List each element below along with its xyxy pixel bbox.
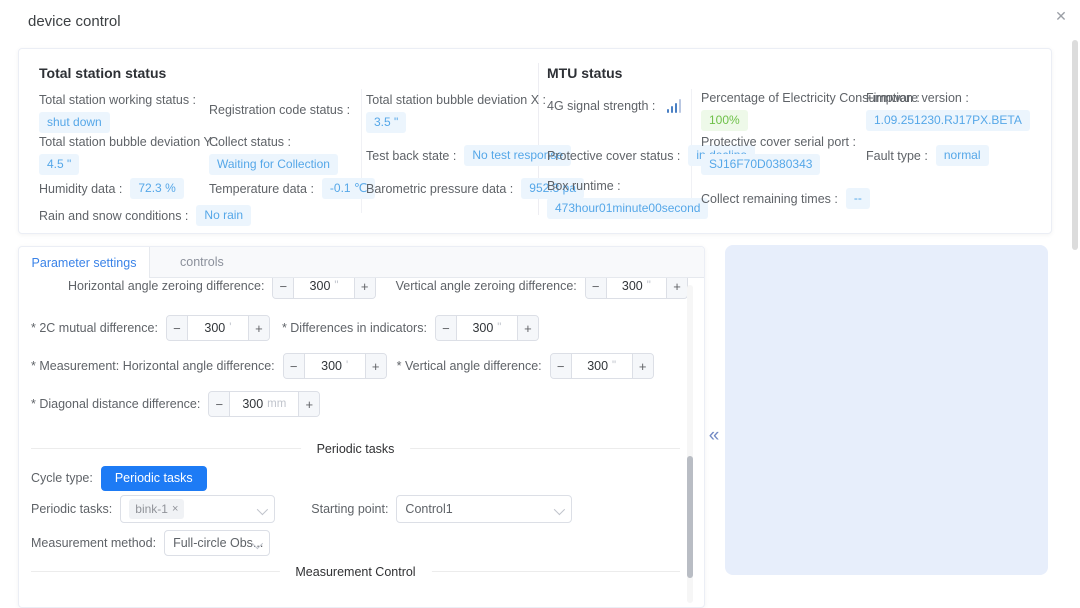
status-badge: No rain xyxy=(196,205,251,226)
parameter-card: Parameter settings controls Horizontal a… xyxy=(18,246,705,608)
cycle-type-button[interactable]: Periodic tasks xyxy=(101,466,207,491)
increment-icon[interactable]: + xyxy=(366,354,386,378)
field-rain-snow: Rain and snow conditions : No rain xyxy=(39,205,251,226)
field-box-runtime: Box runtime : 473hour01minute00second xyxy=(547,179,708,219)
2c-mutual-stepper: − 300' + xyxy=(166,315,270,341)
field-cover-serial: Protective cover serial port : SJ16F70D0… xyxy=(701,135,856,175)
increment-icon[interactable]: + xyxy=(667,278,687,298)
indicator-diff-stepper: − 300" + xyxy=(435,315,539,341)
status-badge: SJ16F70D0380343 xyxy=(701,154,820,175)
chevron-down-icon xyxy=(554,504,565,515)
field-temperature: Temperature data : -0.1 ℃ xyxy=(209,178,375,199)
stepper-input[interactable]: 300" xyxy=(571,354,633,378)
parameter-form: Horizontal angle zeroing difference: − 3… xyxy=(19,278,688,607)
decrement-icon[interactable]: − xyxy=(284,354,304,378)
field-collect-status: Collect status : Waiting for Collection xyxy=(209,135,338,175)
collapse-panel-icon[interactable]: « xyxy=(702,421,726,451)
status-badge: 1.09.251230.RJ17PX.BETA xyxy=(866,110,1030,131)
chevron-down-icon xyxy=(257,504,268,515)
mtu-status-title: MTU status xyxy=(547,65,622,81)
stepper-input[interactable]: 300" xyxy=(456,316,518,340)
field-remaining-times: Collect remaining times : -- xyxy=(701,188,870,209)
field-fault-type: Fault type : normal xyxy=(866,145,989,166)
measurement-control-divider: Measurement Control xyxy=(31,571,680,572)
diagonal-distance-stepper: − 300mm + xyxy=(208,391,320,417)
periodic-tasks-divider: Periodic tasks xyxy=(31,448,680,449)
form-row-diagonal: * Diagonal distance difference: − 300mm … xyxy=(31,391,688,417)
periodic-tasks-select[interactable]: bink-1 × xyxy=(120,495,275,523)
status-badge: normal xyxy=(936,145,989,166)
remove-tag-icon[interactable]: × xyxy=(172,503,178,515)
stepper-input[interactable]: 300' xyxy=(187,316,249,340)
stepper-input[interactable]: 300" xyxy=(293,278,355,298)
signal-strength-icon xyxy=(667,99,681,113)
field-registration-code: Registration code status : xyxy=(209,103,350,117)
tab-parameter-settings[interactable]: Parameter settings xyxy=(19,247,150,278)
field-4g-signal: 4G signal strength : xyxy=(547,99,681,113)
field-working-status: Total station working status : shut down xyxy=(39,93,196,133)
field-firmware: Firmware version : 1.09.251230.RJ17PX.BE… xyxy=(866,91,1030,131)
field-bubble-deviation-y: Total station bubble deviation Y : 4.5 " xyxy=(39,135,219,175)
page-scrollbar[interactable] xyxy=(1072,40,1078,250)
status-card: Total station status Total station worki… xyxy=(18,48,1052,234)
total-station-status-title: Total station status xyxy=(39,65,166,81)
measurement-vertical-stepper: − 300" + xyxy=(550,353,654,379)
increment-icon[interactable]: + xyxy=(299,392,319,416)
decrement-icon[interactable]: − xyxy=(209,392,229,416)
increment-icon[interactable]: + xyxy=(518,316,538,340)
tab-bar: Parameter settings controls xyxy=(19,247,704,278)
decrement-icon[interactable]: − xyxy=(586,278,606,298)
starting-point-select[interactable]: Control1 xyxy=(396,495,572,523)
form-row-zeroing: Horizontal angle zeroing difference: − 3… xyxy=(31,278,688,299)
status-badge: -- xyxy=(846,188,870,209)
status-badge: 3.5 " xyxy=(366,112,406,133)
decrement-icon[interactable]: − xyxy=(273,278,293,298)
increment-icon[interactable]: + xyxy=(633,354,653,378)
status-badge: shut down xyxy=(39,112,110,133)
field-test-back-state: Test back state : No test response xyxy=(366,145,571,166)
increment-icon[interactable]: + xyxy=(249,316,269,340)
task-tag: bink-1 × xyxy=(129,499,184,519)
horizontal-zeroing-stepper: − 300" + xyxy=(272,278,375,299)
measurement-horizontal-stepper: − 300' + xyxy=(283,353,387,379)
form-row-cycle-type: Cycle type: Periodic tasks xyxy=(31,465,688,491)
stepper-input[interactable]: 300mm xyxy=(229,392,299,416)
decrement-icon[interactable]: − xyxy=(167,316,187,340)
decrement-icon[interactable]: − xyxy=(551,354,571,378)
form-row-2c: * 2C mutual difference: − 300' + * Diffe… xyxy=(31,315,688,341)
form-row-method: Measurement method: Full-circle Obs... xyxy=(31,529,688,557)
status-badge: Waiting for Collection xyxy=(209,154,338,175)
status-badge: 72.3 % xyxy=(130,178,183,199)
form-scrollbar-thumb[interactable] xyxy=(687,456,693,578)
measurement-method-select[interactable]: Full-circle Obs... xyxy=(164,530,270,556)
decrement-icon[interactable]: − xyxy=(436,316,456,340)
status-badge: 100% xyxy=(701,110,748,131)
page-title: device control xyxy=(28,13,121,30)
status-badge: 4.5 " xyxy=(39,154,79,175)
field-bubble-deviation-x: Total station bubble deviation X : 3.5 " xyxy=(366,93,546,133)
side-panel xyxy=(725,245,1048,575)
field-humidity: Humidity data : 72.3 % xyxy=(39,178,184,199)
stepper-input[interactable]: 300" xyxy=(606,278,668,298)
tab-controls[interactable]: controls xyxy=(150,247,254,277)
vertical-zeroing-stepper: − 300" + xyxy=(585,278,688,299)
close-icon[interactable]: ✕ xyxy=(1050,5,1072,27)
stepper-input[interactable]: 300' xyxy=(304,354,366,378)
status-badge: 473hour01minute00second xyxy=(547,198,708,219)
form-row-measurement: * Measurement: Horizontal angle differen… xyxy=(31,353,688,379)
form-row-tasks: Periodic tasks: bink-1 × Starting point:… xyxy=(31,495,688,523)
increment-icon[interactable]: + xyxy=(355,278,375,298)
